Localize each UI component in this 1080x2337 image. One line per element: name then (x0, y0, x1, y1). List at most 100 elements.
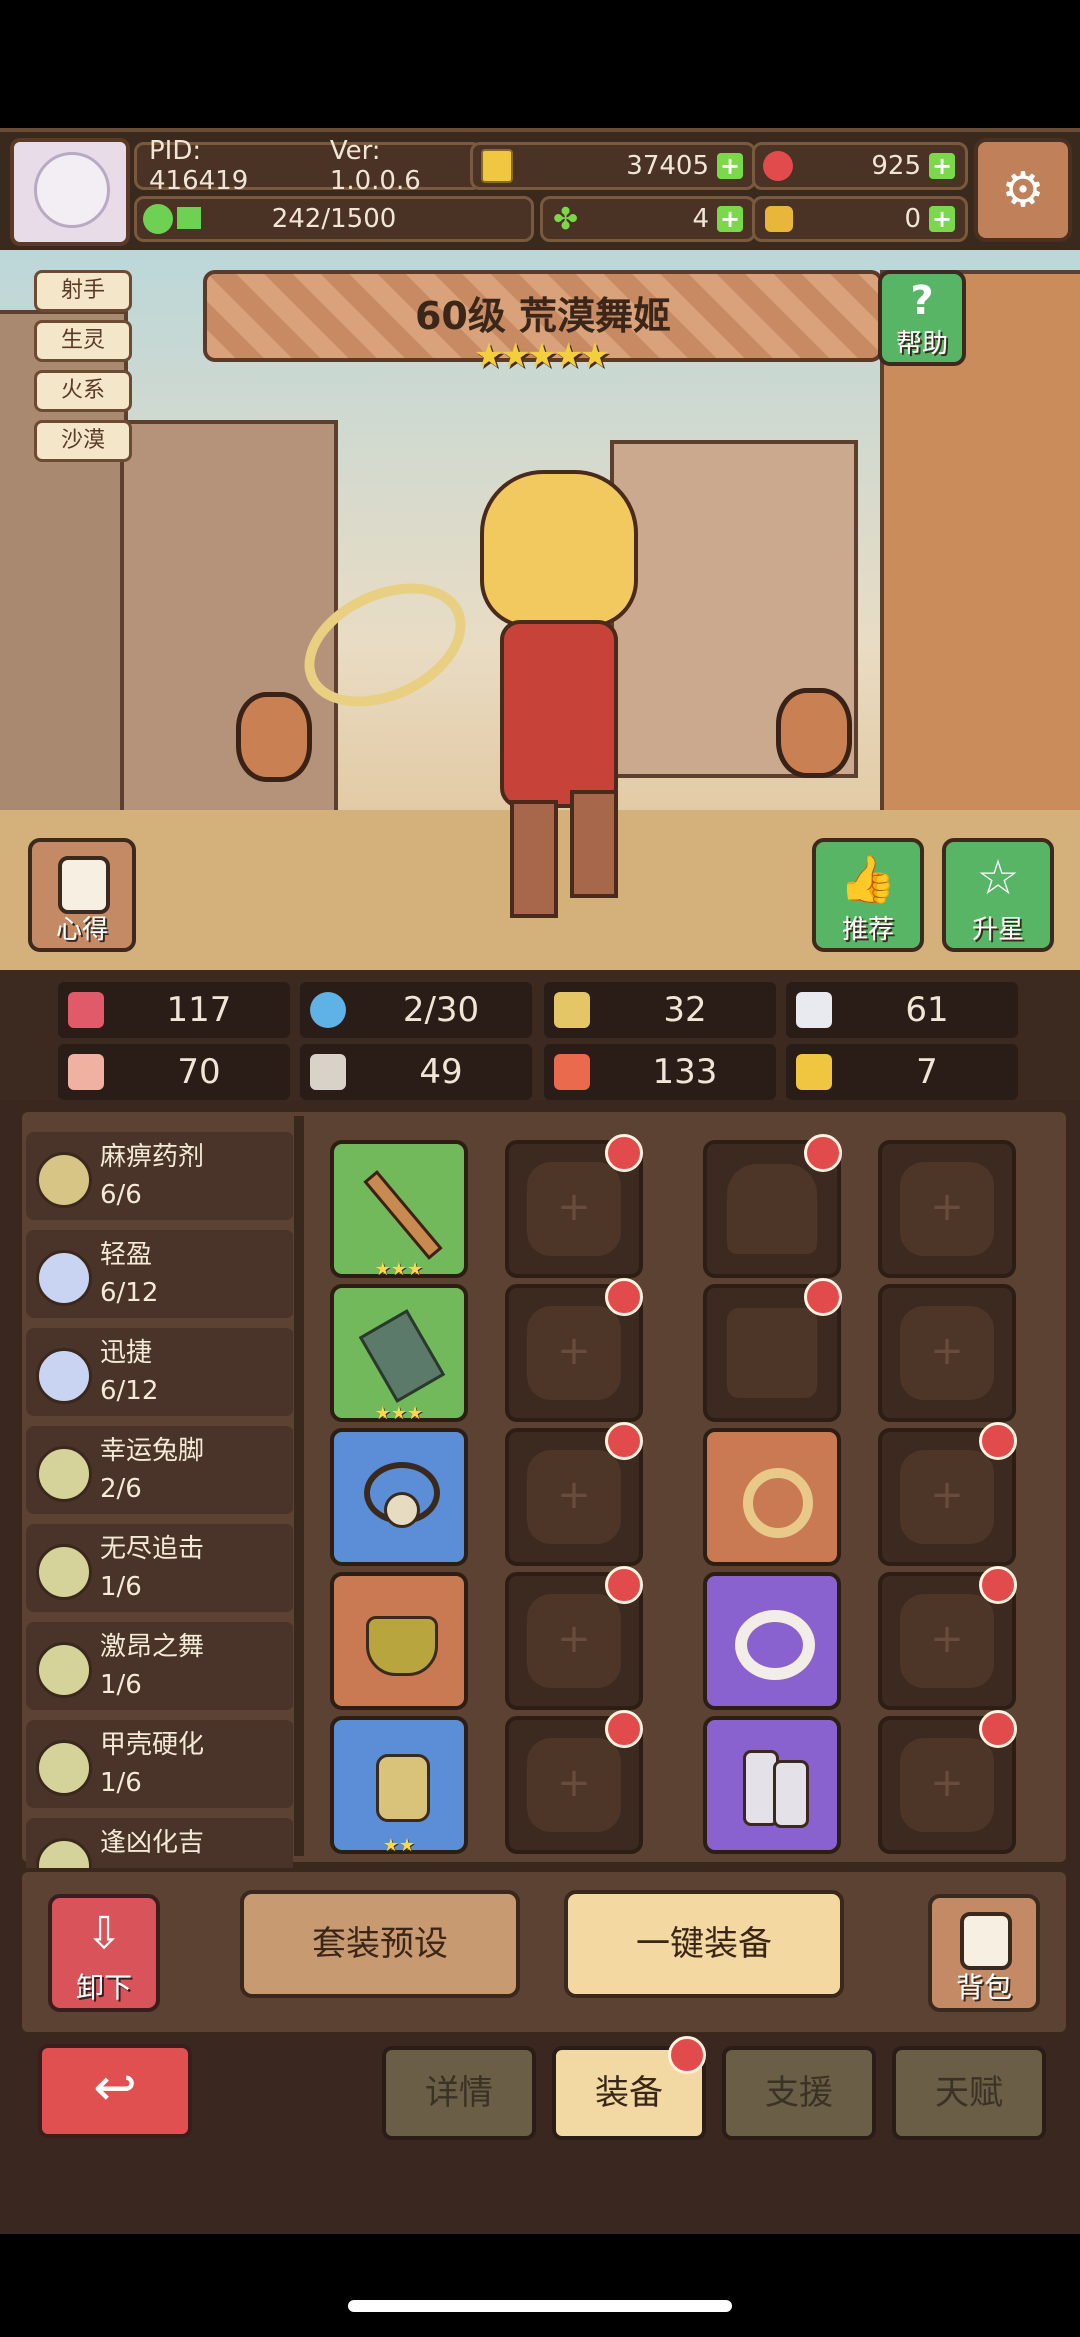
bag-button[interactable]: 背包 (928, 1894, 1040, 2012)
horseshoe-icon (796, 1054, 832, 1090)
skill-item[interactable]: 甲壳硬化 1/6 (26, 1720, 293, 1808)
skill-icon (36, 1348, 92, 1404)
upgrade-star-button[interactable]: ☆ 升星 (942, 838, 1054, 952)
skill-icon (36, 1642, 92, 1698)
tag-element: 火系 (34, 370, 132, 412)
question-icon: ? (910, 278, 934, 324)
gear-icon: ⚙ (1001, 162, 1045, 218)
add-clover-button[interactable]: + (717, 206, 743, 232)
skill-icon (36, 1250, 92, 1306)
auto-equip-button[interactable]: 一键装备 (564, 1890, 844, 1998)
horn-chip: 0 + (752, 196, 968, 242)
equip-slot-ring[interactable] (703, 1428, 841, 1566)
gem-value: 925 (871, 151, 921, 181)
preset-button[interactable]: 套装预设 (240, 1890, 520, 1998)
stat-attack: 70 (58, 1044, 290, 1100)
left-disc (236, 692, 312, 782)
equip-slot-potion[interactable]: ★★ (330, 1716, 468, 1856)
equip-slot-empty[interactable] (878, 1284, 1016, 1422)
equip-slot-boots[interactable] (703, 1716, 841, 1854)
download-arrow-icon: ⇩ (85, 1908, 123, 1959)
tab-details[interactable]: 详情 (382, 2046, 536, 2140)
skill-item[interactable]: 幸运兔脚 2/6 (26, 1426, 293, 1514)
clover-value: 4 (692, 204, 709, 234)
add-gem-button[interactable]: + (929, 153, 955, 179)
settings-button[interactable]: ⚙ (974, 138, 1072, 242)
pid-text: PID: 416419 (149, 136, 249, 196)
recommend-button[interactable]: 👍 推荐 (812, 838, 924, 952)
notification-dot (804, 1134, 842, 1172)
left-cliff (120, 420, 338, 848)
skill-icon (36, 1838, 92, 1868)
pid-chip: PID: 416419 Ver: 1.0.0.6 (134, 136, 482, 196)
notification-dot (804, 1278, 842, 1316)
bag-label: 背包 (955, 1971, 1012, 2004)
stat-speed: 133 (544, 1044, 776, 1100)
shield-icon (554, 992, 590, 1028)
skill-icon (36, 1446, 92, 1502)
help-label: 帮助 (895, 329, 948, 359)
skill-item[interactable]: 轻盈 6/12 (26, 1230, 293, 1318)
tag-class: 射手 (34, 270, 132, 312)
coin-icon (481, 149, 513, 183)
helmet-icon (727, 1164, 817, 1254)
fist-icon (68, 1054, 104, 1090)
notification-dot (979, 1422, 1017, 1460)
boots-icon (727, 1740, 817, 1830)
add-horn-button[interactable]: + (929, 206, 955, 232)
hero-stars: ★★★★★ (473, 336, 610, 376)
exp-value: 242/1500 (271, 204, 397, 234)
stat-dodge: 61 (786, 982, 1018, 1038)
top-bar: PID: 416419 Ver: 1.0.0.6 37405 + 925 + 2… (0, 128, 1080, 254)
right-disc (776, 688, 852, 778)
clover-icon: ✤ (553, 201, 579, 237)
equip-slot-bracelet[interactable] (703, 1572, 841, 1710)
ruby-icon (763, 151, 793, 181)
tab-talent[interactable]: 天赋 (892, 2046, 1046, 2140)
skill-item[interactable]: 麻痹药剂 6/6 (26, 1132, 293, 1220)
insight-label: 心得 (55, 915, 108, 945)
add-gold-button[interactable]: + (717, 153, 743, 179)
unequip-button[interactable]: ⇩ 卸下 (48, 1894, 160, 2012)
armor-icon (727, 1308, 817, 1398)
stat-mana: 2/30 (300, 982, 532, 1038)
skill-item[interactable]: 逢凶化吉 (26, 1818, 293, 1868)
version-text: Ver: 1.0.0.6 (329, 136, 421, 196)
gem-chip: 925 + (752, 142, 968, 190)
notification-dot (979, 1566, 1017, 1604)
skill-icon (36, 1544, 92, 1600)
equip-slot-necklace[interactable] (330, 1428, 468, 1566)
insight-button[interactable]: 心得 (28, 838, 136, 952)
notification-dot (979, 1710, 1017, 1748)
return-arrow-icon: ↩ (93, 2058, 137, 2118)
horn-icon (765, 206, 793, 232)
equip-slot-crown[interactable] (330, 1572, 468, 1710)
avatar[interactable] (10, 138, 130, 246)
home-indicator[interactable] (348, 2300, 732, 2312)
upgrade-label: 升星 (971, 915, 1024, 945)
help-button[interactable]: ? 帮助 (878, 270, 966, 366)
bracelet-icon (727, 1596, 817, 1686)
skill-item[interactable]: 迅捷 6/12 (26, 1328, 293, 1416)
backpack-icon (960, 1912, 1012, 1970)
notification-dot (605, 1134, 643, 1172)
tab-support[interactable]: 支援 (722, 2046, 876, 2140)
tag-race: 生灵 (34, 320, 132, 362)
gold-chip: 37405 + (470, 142, 756, 190)
wing-icon (796, 992, 832, 1028)
potion-icon (354, 1740, 444, 1830)
sun-ring-icon (727, 1452, 817, 1542)
boot-icon (554, 1054, 590, 1090)
back-button[interactable]: ↩ (38, 2044, 192, 2138)
equip-slot-empty[interactable] (878, 1140, 1016, 1278)
gold-value: 37405 (626, 151, 709, 181)
equip-slot-weapon[interactable]: ★★★ (330, 1140, 468, 1280)
action-bar (18, 1868, 1070, 2036)
skill-list[interactable]: 麻痹药剂 6/6 轻盈 6/12 迅捷 6/12 幸运兔脚 2/6 无尽追击 1/6 激昂… (18, 1118, 293, 1868)
crown-icon (354, 1596, 444, 1686)
notification-dot (605, 1566, 643, 1604)
skill-item[interactable]: 激昂之舞 1/6 (26, 1622, 293, 1710)
stat-luck: 7 (786, 1044, 1018, 1100)
equip-slot-quiver[interactable]: ★★★ (330, 1284, 468, 1424)
skill-item[interactable]: 无尽追击 1/6 (26, 1524, 293, 1612)
